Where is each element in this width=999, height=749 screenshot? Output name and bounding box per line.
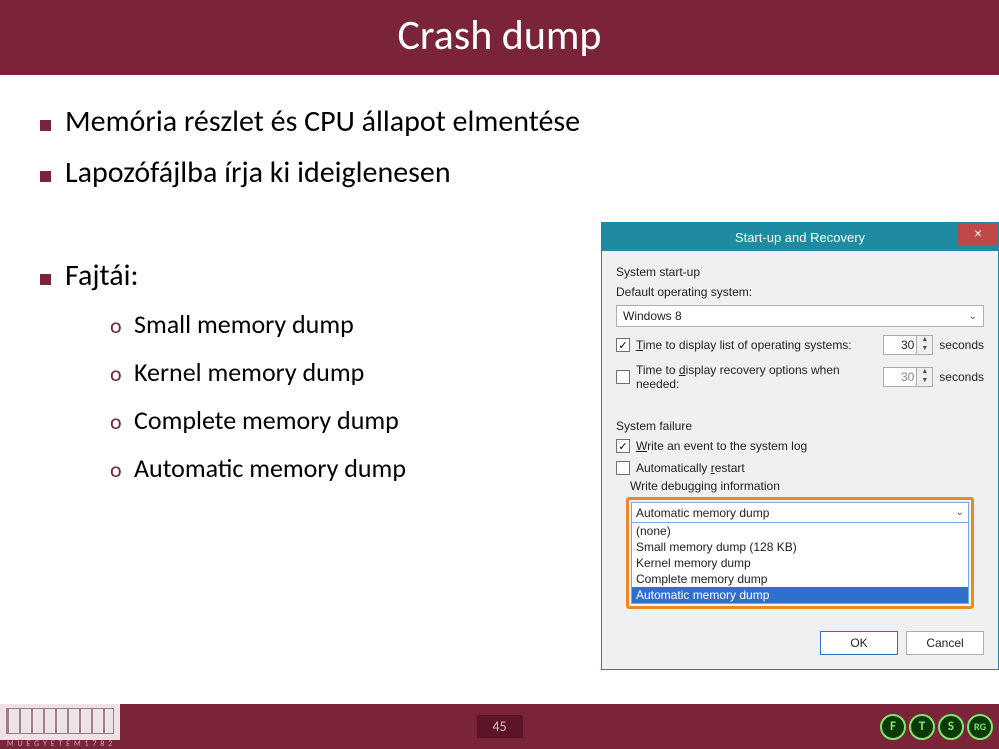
sub-4-text: Automatic memory dump	[134, 452, 406, 484]
time-recovery-checkbox[interactable]	[616, 370, 630, 384]
logo-t-icon: T	[909, 714, 935, 740]
seconds-label-2: seconds	[939, 370, 984, 384]
auto-restart-checkbox[interactable]	[616, 461, 630, 475]
circle-icon: o	[110, 312, 134, 339]
university-name: M Ű E G Y E T E M 1 7 8 2	[7, 739, 113, 749]
building-icon	[6, 708, 114, 734]
dump-type-select[interactable]: Automatic memory dump ⌄	[631, 502, 969, 523]
ftsrg-logo: F T S RG	[880, 714, 993, 740]
circle-icon: o	[110, 456, 134, 483]
system-startup-label: System start-up	[616, 265, 984, 279]
slide-footer: M Ű E G Y E T E M 1 7 8 2 45 F T S RG	[0, 704, 999, 749]
close-icon: ×	[974, 225, 982, 241]
startup-recovery-dialog: Start-up and Recovery × System start-up …	[601, 222, 999, 670]
dump-dropdown-list[interactable]: (none) Small memory dump (128 KB) Kernel…	[631, 523, 969, 604]
bullet-2-text: Lapozófájlba írja ki ideiglenesen	[65, 154, 451, 191]
time-list-value[interactable]: 30	[883, 335, 917, 355]
university-logo: M Ű E G Y E T E M 1 7 8 2	[0, 704, 120, 749]
sub-3-text: Complete memory dump	[134, 404, 399, 436]
time-list-label: Time to display list of operating system…	[636, 338, 883, 352]
bullet-1: Memória részlet és CPU állapot elmentése	[40, 103, 979, 140]
sub-2-text: Kernel memory dump	[134, 356, 364, 388]
cancel-button[interactable]: Cancel	[906, 631, 984, 655]
write-debug-label: Write debugging information	[630, 479, 984, 493]
bullet-icon	[40, 274, 51, 285]
dump-option-complete[interactable]: Complete memory dump	[632, 571, 968, 587]
default-os-value: Windows 8	[623, 309, 682, 323]
circle-icon: o	[110, 360, 134, 387]
auto-restart-label: Automatically restart	[636, 461, 984, 475]
dialog-titlebar[interactable]: Start-up and Recovery ×	[602, 223, 998, 251]
ok-button[interactable]: OK	[820, 631, 898, 655]
dump-option-automatic[interactable]: Automatic memory dump	[632, 587, 968, 603]
dialog-title: Start-up and Recovery	[602, 230, 998, 245]
chevron-down-icon: ⌄	[956, 507, 964, 518]
default-os-select[interactable]: Windows 8 ⌄	[616, 305, 984, 327]
logo-s-icon: S	[938, 714, 964, 740]
time-list-checkbox[interactable]: ✓	[616, 338, 630, 352]
system-failure-label: System failure	[616, 419, 984, 433]
time-recovery-value: 30	[883, 367, 917, 387]
seconds-label: seconds	[939, 338, 984, 352]
dump-selected-value: Automatic memory dump	[636, 506, 769, 520]
page-number: 45	[476, 715, 522, 738]
time-list-spinner[interactable]: ▲▼	[917, 335, 933, 355]
write-event-label: Write an event to the system log	[636, 439, 984, 453]
bullet-3-text: Fajtái:	[65, 257, 139, 294]
circle-icon: o	[110, 408, 134, 435]
default-os-label: Default operating system:	[616, 285, 984, 299]
write-event-checkbox[interactable]: ✓	[616, 439, 630, 453]
chevron-down-icon: ⌄	[969, 311, 977, 322]
slide-title: Crash dump	[0, 0, 999, 75]
sub-1-text: Small memory dump	[134, 308, 354, 340]
dump-option-kernel[interactable]: Kernel memory dump	[632, 555, 968, 571]
logo-f-icon: F	[880, 714, 906, 740]
dump-highlight-box: Automatic memory dump ⌄ (none) Small mem…	[626, 497, 974, 609]
bullet-icon	[40, 120, 51, 131]
bullet-1-text: Memória részlet és CPU állapot elmentése	[65, 103, 580, 140]
close-button[interactable]: ×	[958, 223, 998, 245]
dump-option-small[interactable]: Small memory dump (128 KB)	[632, 539, 968, 555]
time-recovery-label: Time to display recovery options when ne…	[636, 363, 883, 391]
time-recovery-spinner: ▲▼	[917, 367, 933, 387]
dump-option-none[interactable]: (none)	[632, 523, 968, 539]
bullet-icon	[40, 171, 51, 182]
bullet-2: Lapozófájlba írja ki ideiglenesen	[40, 154, 979, 191]
logo-rg-icon: RG	[967, 714, 993, 740]
